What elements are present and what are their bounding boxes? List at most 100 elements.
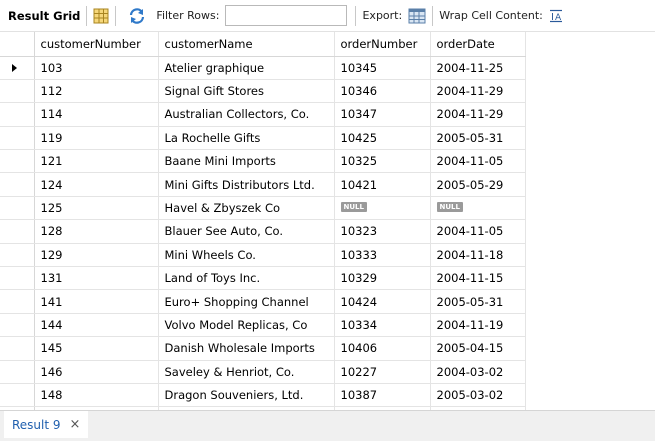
table-cell[interactable]: 2005-05-31 [430, 289, 526, 314]
table-cell[interactable]: 129 [34, 243, 159, 268]
table-row[interactable]: 141 Euro+ Shopping Channel 10424 2005-05-31 [0, 289, 526, 314]
table-cell[interactable]: 124 [34, 172, 159, 197]
row-header[interactable] [0, 172, 35, 197]
table-cell[interactable]: 10334 [334, 313, 431, 338]
table-cell[interactable]: 10424 [334, 289, 431, 314]
column-header-ordernumber[interactable]: orderNumber [334, 32, 431, 57]
table-cell[interactable]: 10406 [334, 336, 431, 361]
table-cell[interactable]: 10227 [334, 360, 431, 384]
table-cell[interactable]: Havel & Zbyszek Co [158, 196, 335, 221]
table-cell[interactable]: 2004-11-29 [430, 79, 526, 104]
row-header[interactable] [0, 383, 35, 408]
table-row[interactable]: 129 Mini Wheels Co. 10333 2004-11-18 [0, 243, 526, 268]
table-row[interactable]: 148 Dragon Souveniers, Ltd. 10387 2005-03-0… [0, 383, 526, 408]
table-cell[interactable]: 119 [34, 126, 159, 151]
table-row[interactable]: 128 Blauer See Auto, Co. 10323 2004-11-05 [0, 219, 526, 244]
table-cell[interactable]: Blauer See Auto, Co. [158, 219, 335, 244]
table-cell[interactable]: 144 [34, 313, 159, 338]
column-header-customernumber[interactable]: customerNumber [34, 32, 159, 57]
table-cell[interactable]: 10329 [334, 266, 431, 291]
table-cell[interactable]: Mini Wheels Co. [158, 243, 335, 268]
row-header[interactable] [0, 149, 35, 174]
row-header[interactable] [0, 102, 35, 127]
table-cell[interactable]: 10425 [334, 126, 431, 151]
table-row[interactable]: 103 Atelier graphique 10345 2004-11-25 [0, 56, 526, 80]
table-cell[interactable]: 10347 [334, 102, 431, 127]
table-cell[interactable]: 2004-03-02 [430, 360, 526, 384]
row-header[interactable] [0, 289, 35, 314]
row-header[interactable] [0, 219, 35, 244]
table-row[interactable]: 125 Havel & Zbyszek Co NULL NULL [0, 196, 526, 221]
table-cell[interactable]: Dragon Souveniers, Ltd. [158, 383, 335, 408]
refresh-icon[interactable] [128, 7, 146, 25]
table-cell[interactable]: Signal Gift Stores [158, 79, 335, 104]
table-cell[interactable]: 141 [34, 289, 159, 314]
result-grid-label[interactable]: Result Grid [8, 9, 80, 23]
table-cell[interactable]: 10421 [334, 172, 431, 197]
table-cell[interactable]: 10345 [334, 56, 431, 80]
table-cell[interactable]: La Rochelle Gifts [158, 126, 335, 151]
table-cell[interactable]: Volvo Model Replicas, Co [158, 313, 335, 338]
row-header[interactable] [0, 79, 35, 104]
table-cell[interactable]: Baane Mini Imports [158, 149, 335, 174]
table-cell[interactable]: 10333 [334, 243, 431, 268]
table-row[interactable]: 131 Land of Toys Inc. 10329 2004-11-15 [0, 266, 526, 291]
table-row[interactable]: 121 Baane Mini Imports 10325 2004-11-05 [0, 149, 526, 174]
table-cell[interactable]: 2004-11-05 [430, 219, 526, 244]
table-cell[interactable]: Mini Gifts Distributors Ltd. [158, 172, 335, 197]
table-cell[interactable]: 2005-05-29 [430, 172, 526, 197]
table-cell[interactable]: 112 [34, 79, 159, 104]
table-cell[interactable]: Euro+ Shopping Channel [158, 289, 335, 314]
table-row[interactable]: 119 La Rochelle Gifts 10425 2005-05-31 [0, 126, 526, 151]
export-icon[interactable] [408, 7, 426, 25]
table-cell[interactable]: 114 [34, 102, 159, 127]
result-grid[interactable]: customerNumber customerName orderNumber … [0, 32, 655, 410]
column-header-customername[interactable]: customerName [158, 32, 335, 57]
table-cell[interactable]: 103 [34, 56, 159, 80]
table-cell[interactable]: Atelier graphique [158, 56, 335, 80]
table-cell[interactable]: 148 [34, 383, 159, 408]
table-cell[interactable]: Saveley & Henriot, Co. [158, 360, 335, 384]
table-cell[interactable]: 2005-03-02 [430, 383, 526, 408]
table-row[interactable]: 145 Danish Wholesale Imports 10406 2005-04-… [0, 336, 526, 361]
table-cell[interactable]: Land of Toys Inc. [158, 266, 335, 291]
filter-rows-input[interactable] [225, 5, 348, 26]
table-cell[interactable]: NULL [430, 196, 526, 221]
column-header-orderdate[interactable]: orderDate [430, 32, 526, 57]
row-header[interactable] [0, 336, 35, 361]
table-cell[interactable]: 2005-05-31 [430, 126, 526, 151]
table-cell[interactable]: 2004-11-25 [430, 56, 526, 80]
table-cell[interactable]: NULL [334, 196, 431, 221]
table-cell[interactable]: 125 [34, 196, 159, 221]
table-cell[interactable]: 2004-11-15 [430, 266, 526, 291]
table-cell[interactable]: 2004-11-19 [430, 313, 526, 338]
row-header[interactable] [0, 56, 35, 80]
table-cell[interactable]: 2004-11-18 [430, 243, 526, 268]
table-cell[interactable]: 131 [34, 266, 159, 291]
table-cell[interactable]: Australian Collectors, Co. [158, 102, 335, 127]
table-row[interactable]: 146 Saveley & Henriot, Co. 10227 2004-03-02 [0, 360, 526, 384]
table-row[interactable]: 124 Mini Gifts Distributors Ltd. 10421 2005… [0, 172, 526, 197]
table-cell[interactable]: Danish Wholesale Imports [158, 336, 335, 361]
table-cell[interactable]: 2004-11-05 [430, 149, 526, 174]
grid-icon[interactable] [93, 8, 109, 24]
wrap-icon[interactable]: I A [549, 9, 563, 23]
table-cell[interactable]: 121 [34, 149, 159, 174]
row-header[interactable] [0, 243, 35, 268]
table-cell[interactable]: 2005-04-15 [430, 336, 526, 361]
table-cell[interactable]: 146 [34, 360, 159, 384]
row-header[interactable] [0, 266, 35, 291]
row-header[interactable] [0, 196, 35, 221]
table-row[interactable]: 112 Signal Gift Stores 10346 2004-11-29 [0, 79, 526, 104]
table-cell[interactable]: 145 [34, 336, 159, 361]
close-icon[interactable]: × [70, 417, 81, 432]
tab-result-9[interactable]: Result 9 × [4, 411, 89, 438]
table-cell[interactable]: 2004-11-29 [430, 102, 526, 127]
table-cell[interactable]: 10346 [334, 79, 431, 104]
row-header[interactable] [0, 313, 35, 338]
table-row[interactable]: 114 Australian Collectors, Co. 10347 2004-1… [0, 102, 526, 127]
table-cell[interactable]: 10325 [334, 149, 431, 174]
table-cell[interactable]: 10387 [334, 383, 431, 408]
table-cell[interactable]: 10323 [334, 219, 431, 244]
row-header[interactable] [0, 126, 35, 151]
